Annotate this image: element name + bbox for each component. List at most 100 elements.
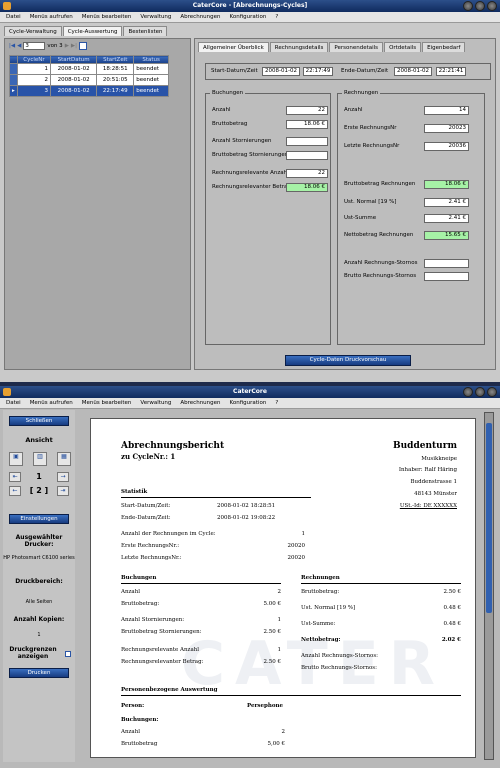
grid-header-status[interactable]: Status bbox=[133, 55, 169, 64]
menu-datei[interactable]: Datei bbox=[6, 14, 21, 20]
rechnungen-ust-field[interactable]: 2.41 € bbox=[424, 198, 469, 207]
buchungen-storno-anzahl-field[interactable] bbox=[286, 137, 328, 146]
add-record-icon[interactable] bbox=[79, 42, 88, 50]
company-owner: Inhaber: Ralf Häring bbox=[398, 467, 457, 473]
stat-first-label: Erste RechnungsNr.: bbox=[121, 543, 180, 549]
multi-page-view-icon[interactable]: ▦ bbox=[57, 452, 71, 466]
tab-cycle-auswertung[interactable]: Cycle-Auswertung bbox=[62, 26, 123, 36]
maximize-button[interactable] bbox=[475, 1, 485, 11]
menu-menues-bearbeiten[interactable]: Menüs bearbeiten bbox=[82, 400, 132, 406]
rechnungen-anzahl-label: Anzahl bbox=[344, 107, 363, 113]
close-button[interactable] bbox=[487, 1, 497, 11]
end-time-field[interactable]: 22:21:41 bbox=[436, 67, 466, 76]
rechnungen-letzte-field[interactable]: 20036 bbox=[424, 142, 469, 151]
bottom-title-bar: CaterCore bbox=[0, 386, 500, 398]
close-button[interactable] bbox=[487, 387, 497, 397]
menu-menues-bearbeiten[interactable]: Menüs bearbeiten bbox=[82, 14, 132, 20]
start-time-field[interactable]: 22:17:49 bbox=[303, 67, 333, 76]
rechnungen-netto-field[interactable]: 15.65 € bbox=[424, 231, 469, 240]
menu-verwaltung[interactable]: Verwaltung bbox=[140, 400, 171, 406]
last-record-icon[interactable]: ▶| bbox=[71, 43, 77, 49]
prev-record-icon[interactable]: ◀ bbox=[17, 43, 21, 49]
report-scrollbar[interactable] bbox=[484, 412, 494, 760]
r-ust-value: 0.48 € bbox=[443, 605, 462, 611]
buchungen-rel-brutto-field[interactable]: 18.06 € bbox=[286, 183, 328, 192]
b-storno-brutto-value: 2.50 € bbox=[263, 629, 282, 635]
maximize-button[interactable] bbox=[475, 387, 485, 397]
menu-abrechnungen[interactable]: Abrechnungen bbox=[180, 400, 220, 406]
top-window: CaterCore - [Abrechnungs-Cycles] Datei M… bbox=[0, 0, 500, 382]
rechnungen-anzahl-field[interactable]: 14 bbox=[424, 106, 469, 115]
report-title: Abrechnungsbericht bbox=[121, 441, 225, 451]
menu-help[interactable]: ? bbox=[275, 14, 278, 20]
end-date-field[interactable]: 2008-01-02 bbox=[394, 67, 432, 76]
r-summe-label: Ust-Summe: bbox=[301, 621, 336, 627]
r-brutto-label: Bruttobetrag: bbox=[301, 589, 340, 595]
tab-bestenlisten[interactable]: Bestenlisten bbox=[123, 26, 168, 36]
menu-menues-aufrufen[interactable]: Menüs aufrufen bbox=[30, 14, 73, 20]
minimize-button[interactable] bbox=[463, 387, 473, 397]
menu-verwaltung[interactable]: Verwaltung bbox=[140, 14, 171, 20]
scrollbar-thumb[interactable] bbox=[486, 423, 492, 613]
grid-header-startdatum[interactable]: StartDatum bbox=[49, 55, 98, 64]
buchungen-rel-brutto-label: Rechnungsrelevanter Betrag bbox=[212, 184, 291, 190]
top-window-title: CaterCore - [Abrechnungs-Cycles] bbox=[192, 2, 308, 9]
menu-abrechnungen[interactable]: Abrechnungen bbox=[180, 14, 220, 20]
print-button[interactable]: Drucken bbox=[9, 668, 69, 678]
tab-rechnungsdetails[interactable]: Rechnungsdetails bbox=[269, 42, 329, 52]
b-rel-value: 1 bbox=[277, 647, 282, 653]
stat-start-value: 2008-01-02 18:28:51 bbox=[217, 503, 276, 509]
margins-checkbox[interactable] bbox=[65, 651, 71, 657]
start-date-field[interactable]: 2008-01-02 bbox=[262, 67, 300, 76]
rechnungen-erste-field[interactable]: 20023 bbox=[424, 124, 469, 133]
print-preview-button[interactable]: Cycle-Daten Druckvorschau bbox=[285, 355, 411, 366]
cycle-grid: CycleNr StartDatum StartZeit Status 1 20… bbox=[9, 55, 169, 97]
settings-button[interactable]: Einstellungen bbox=[9, 514, 69, 524]
tab-ortdetails[interactable]: Ortdetails bbox=[384, 42, 422, 52]
buchungen-rel-anzahl-field[interactable]: 22 bbox=[286, 169, 328, 178]
menu-konfiguration[interactable]: Konfiguration bbox=[230, 400, 267, 406]
next-page-icon[interactable]: → bbox=[57, 472, 69, 482]
first-record-icon[interactable]: |◀ bbox=[9, 43, 15, 49]
record-count: von 3 bbox=[47, 43, 63, 49]
personen-heading: Personenbezogene Auswertung bbox=[121, 687, 218, 693]
rechnungen-divider bbox=[301, 583, 461, 584]
record-position-input[interactable]: 3 bbox=[23, 42, 46, 50]
r-summe-value: 0.48 € bbox=[443, 621, 462, 627]
printer-heading: Ausgewählter Drucker: bbox=[15, 534, 63, 548]
minimize-button[interactable] bbox=[463, 1, 473, 11]
two-page-view-icon[interactable]: ▥ bbox=[33, 452, 47, 466]
last-page-icon[interactable]: ⇥ bbox=[57, 486, 69, 496]
company-city: 48143 Münster bbox=[414, 491, 457, 497]
close-preview-button[interactable]: Schließen bbox=[9, 416, 69, 426]
table-row[interactable]: ▸ 3 2008-01-02 22:17:49 beendet bbox=[9, 85, 169, 97]
table-row[interactable]: 2 2008-01-02 20:51:05 beendet bbox=[9, 74, 169, 86]
grid-header-cyclenr[interactable]: CycleNr bbox=[17, 55, 51, 64]
b-rel-brutto-label: Rechnungsrelevanter Betrag: bbox=[121, 659, 204, 665]
rechnungen-storno-brutto-field[interactable] bbox=[424, 272, 469, 281]
stat-last-value: 20020 bbox=[287, 555, 306, 561]
rechnungen-storno-anzahl-field[interactable] bbox=[424, 259, 469, 268]
menu-konfiguration[interactable]: Konfiguration bbox=[230, 14, 267, 20]
tab-allgemeiner-ueberblick[interactable]: Allgemeiner Überblick bbox=[198, 42, 269, 52]
single-page-view-icon[interactable]: ▣ bbox=[9, 452, 23, 466]
table-row[interactable]: 1 2008-01-02 18:28:51 beendet bbox=[9, 63, 169, 75]
buchungen-anzahl-field[interactable]: 22 bbox=[286, 106, 328, 115]
menu-datei[interactable]: Datei bbox=[6, 400, 21, 406]
tab-eigenbedarf[interactable]: Eigenbedarf bbox=[422, 42, 466, 52]
buchungen-storno-brutto-field[interactable] bbox=[286, 151, 328, 160]
person-anzahl-value: 2 bbox=[281, 729, 286, 735]
grid-header-startzeit[interactable]: StartZeit bbox=[96, 55, 135, 64]
menu-menues-aufrufen[interactable]: Menüs aufrufen bbox=[30, 400, 73, 406]
r-storno-brutto-label: Brutto Rechnungs-Stornos: bbox=[301, 665, 377, 671]
next-record-icon[interactable]: ▶ bbox=[65, 43, 69, 49]
buchungen-brutto-field[interactable]: 18.06 € bbox=[286, 120, 328, 129]
print-sidebar: Schließen Ansicht ▣ ▥ ▦ ⇤ 1 → ← [ 2 ] ⇥ … bbox=[3, 410, 75, 762]
b-anzahl-label: Anzahl bbox=[121, 589, 140, 595]
tab-personendetails[interactable]: Personendetails bbox=[329, 42, 384, 52]
rechnungen-brutto-field[interactable]: 18.06 € bbox=[424, 180, 469, 189]
tab-cycle-verwaltung[interactable]: Cycle-Verwaltung bbox=[4, 26, 62, 36]
rechnungen-ust-summe-field[interactable]: 2.41 € bbox=[424, 214, 469, 223]
menu-help[interactable]: ? bbox=[275, 400, 278, 406]
person-label: Person: bbox=[121, 703, 145, 709]
